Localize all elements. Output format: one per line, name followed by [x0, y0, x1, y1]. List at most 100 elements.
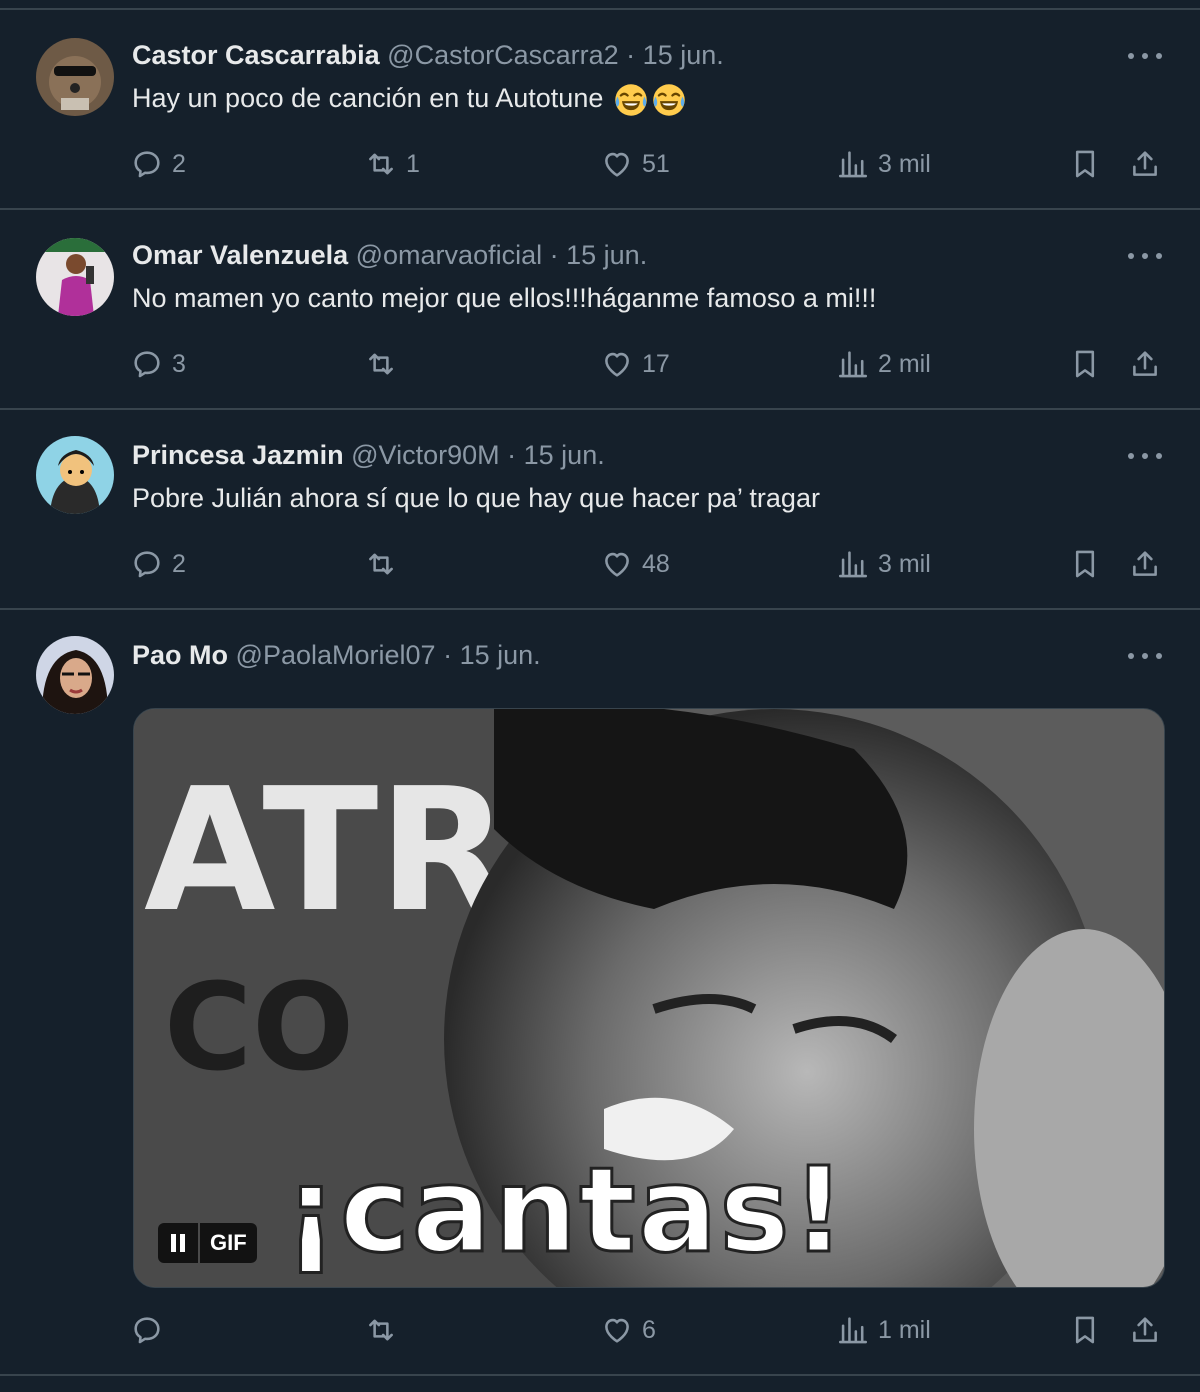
- retweet-button[interactable]: [364, 344, 406, 384]
- pause-icon[interactable]: [158, 1223, 198, 1263]
- bookmark-icon: [1068, 547, 1102, 581]
- like-button[interactable]: 6: [600, 1310, 656, 1350]
- heart-icon: [600, 147, 634, 181]
- gif-badge: GIF: [200, 1223, 257, 1263]
- separator: ·: [626, 40, 636, 70]
- retweet-count: 1: [406, 149, 420, 178]
- bookmark-button[interactable]: [1068, 544, 1102, 584]
- views-icon: [836, 547, 870, 581]
- heart-icon: [600, 547, 634, 581]
- display-name[interactable]: Princesa Jazmin: [132, 440, 344, 470]
- gif-media[interactable]: ATR CO ¡cantas! GIF: [133, 708, 1165, 1288]
- bookmark-button[interactable]: [1068, 344, 1102, 384]
- handle[interactable]: @Victor90M: [351, 440, 499, 470]
- retweet-button[interactable]: [364, 544, 406, 584]
- like-button[interactable]: 48: [600, 544, 670, 584]
- bookmark-icon: [1068, 347, 1102, 381]
- tweet[interactable]: Pao Mo @PaolaMoriel07 · 15 jun. ATR CO ¡…: [0, 610, 1200, 1376]
- views-count: 1 mil: [878, 1315, 931, 1344]
- reply-button[interactable]: 2: [130, 144, 186, 184]
- more-icon[interactable]: [1128, 442, 1162, 470]
- face-with-tears-of-joy-icon: [613, 82, 649, 118]
- more-icon[interactable]: [1128, 42, 1162, 70]
- share-icon: [1128, 147, 1162, 181]
- bookmark-button[interactable]: [1068, 1310, 1102, 1350]
- tweet-header: Pao Mo @PaolaMoriel07 · 15 jun.: [132, 638, 541, 672]
- more-icon[interactable]: [1128, 642, 1162, 670]
- views-button[interactable]: 2 mil: [836, 344, 931, 384]
- share-button[interactable]: [1128, 144, 1162, 184]
- retweet-icon: [364, 1313, 398, 1347]
- share-button[interactable]: [1128, 344, 1162, 384]
- more-icon[interactable]: [1128, 242, 1162, 270]
- top-divider: [0, 0, 1200, 10]
- tweet-header: Omar Valenzuela @omarvaoficial · 15 jun.: [132, 238, 647, 272]
- tweet-date[interactable]: 15 jun.: [566, 240, 647, 270]
- like-button[interactable]: 17: [600, 344, 670, 384]
- avatar[interactable]: [36, 38, 114, 116]
- views-button[interactable]: 3 mil: [836, 544, 931, 584]
- reply-button[interactable]: 3: [130, 344, 186, 384]
- tweet-text-row: Hay un poco de canción en tu Autotune: [132, 80, 687, 118]
- handle[interactable]: @PaolaMoriel07: [236, 640, 436, 670]
- tweet-header: Castor Cascarrabia @CastorCascarra2 · 15…: [132, 38, 724, 72]
- reply-icon: [130, 347, 164, 381]
- display-name[interactable]: Omar Valenzuela: [132, 240, 348, 270]
- tweet-header: Princesa Jazmin @Victor90M · 15 jun.: [132, 438, 605, 472]
- tweet-text-row: Pobre Julián ahora sí que lo que hay que…: [132, 480, 820, 516]
- reply-count: 3: [172, 349, 186, 378]
- views-button[interactable]: 3 mil: [836, 144, 931, 184]
- gif-caption: ¡cantas!: [282, 1141, 848, 1279]
- views-count: 2 mil: [878, 349, 931, 378]
- tweet-date[interactable]: 15 jun.: [460, 640, 541, 670]
- separator: ·: [443, 640, 453, 670]
- share-icon: [1128, 547, 1162, 581]
- bookmark-button[interactable]: [1068, 144, 1102, 184]
- reply-icon: [130, 1313, 164, 1347]
- avatar[interactable]: [36, 436, 114, 514]
- share-icon: [1128, 1313, 1162, 1347]
- tweet[interactable]: Princesa Jazmin @Victor90M · 15 jun. Pob…: [0, 410, 1200, 610]
- tweet-date[interactable]: 15 jun.: [643, 40, 724, 70]
- reply-button[interactable]: 2: [130, 544, 186, 584]
- display-name[interactable]: Pao Mo: [132, 640, 228, 670]
- gif-controls[interactable]: GIF: [158, 1223, 257, 1263]
- views-count: 3 mil: [878, 149, 931, 178]
- reply-feed: Castor Cascarrabia @CastorCascarra2 · 15…: [0, 0, 1200, 1392]
- tweet[interactable]: Castor Cascarrabia @CastorCascarra2 · 15…: [0, 10, 1200, 210]
- share-button[interactable]: [1128, 1310, 1162, 1350]
- like-count: 6: [642, 1315, 656, 1344]
- tweet[interactable]: Omar Valenzuela @omarvaoficial · 15 jun.…: [0, 210, 1200, 410]
- background-sign-text: ATR: [144, 752, 509, 950]
- views-button[interactable]: 1 mil: [836, 1310, 931, 1350]
- tweet-date[interactable]: 15 jun.: [524, 440, 605, 470]
- tweet-actions: 6 1 mil: [0, 1310, 1200, 1350]
- reply-icon: [130, 547, 164, 581]
- retweet-icon: [364, 347, 398, 381]
- tweet-text: Hay un poco de canción en tu Autotune: [132, 83, 604, 113]
- heart-icon: [600, 347, 634, 381]
- handle[interactable]: @CastorCascarra2: [387, 40, 618, 70]
- handle[interactable]: @omarvaoficial: [356, 240, 542, 270]
- separator: ·: [507, 440, 517, 470]
- retweet-button[interactable]: [364, 1310, 406, 1350]
- share-button[interactable]: [1128, 544, 1162, 584]
- like-count: 48: [642, 549, 670, 578]
- retweet-icon: [364, 547, 398, 581]
- retweet-icon: [364, 147, 398, 181]
- avatar[interactable]: [36, 636, 114, 714]
- tweet-actions: 2 48 3 mil: [0, 544, 1200, 584]
- display-name[interactable]: Castor Cascarrabia: [132, 40, 380, 70]
- reply-count: 2: [172, 549, 186, 578]
- avatar[interactable]: [36, 238, 114, 316]
- background-sign-text: CO: [164, 959, 354, 1098]
- views-icon: [836, 1313, 870, 1347]
- face-with-tears-of-joy-icon: [651, 82, 687, 118]
- tweet-actions: 2 1 51 3 mil: [0, 144, 1200, 184]
- tweet-text: No mamen yo canto mejor que ellos!!!hága…: [132, 283, 877, 313]
- reply-button[interactable]: [130, 1310, 172, 1350]
- like-button[interactable]: 51: [600, 144, 670, 184]
- retweet-button[interactable]: 1: [364, 144, 420, 184]
- share-icon: [1128, 347, 1162, 381]
- like-count: 17: [642, 349, 670, 378]
